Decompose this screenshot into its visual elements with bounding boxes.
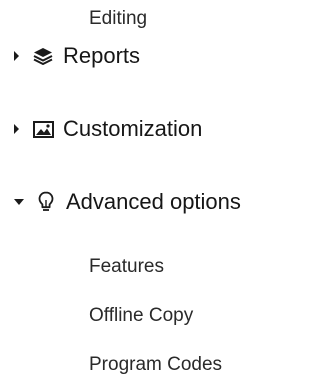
nav-item-editing[interactable]: Editing: [89, 9, 147, 28]
nav-item-features[interactable]: Features: [89, 257, 164, 276]
section-reports[interactable]: Reports: [14, 41, 140, 71]
nav-item-offline-copy[interactable]: Offline Copy: [89, 306, 193, 325]
section-label-customization: Customization: [63, 116, 203, 141]
lightbulb-icon: [35, 191, 57, 213]
layers-icon: [32, 45, 54, 67]
caret-right-icon[interactable]: [14, 124, 19, 134]
section-advanced-options[interactable]: Advanced options: [14, 187, 241, 217]
section-customization[interactable]: Customization: [14, 114, 202, 144]
nav-item-program-codes[interactable]: Program Codes: [89, 355, 222, 374]
section-label-reports: Reports: [63, 43, 141, 68]
caret-right-icon[interactable]: [14, 51, 19, 61]
caret-down-icon[interactable]: [14, 199, 24, 205]
section-label-advanced-options: Advanced options: [66, 189, 241, 214]
image-icon: [32, 118, 54, 140]
navigation-tree: Editing Reports Customization Advanced o…: [0, 0, 306, 389]
